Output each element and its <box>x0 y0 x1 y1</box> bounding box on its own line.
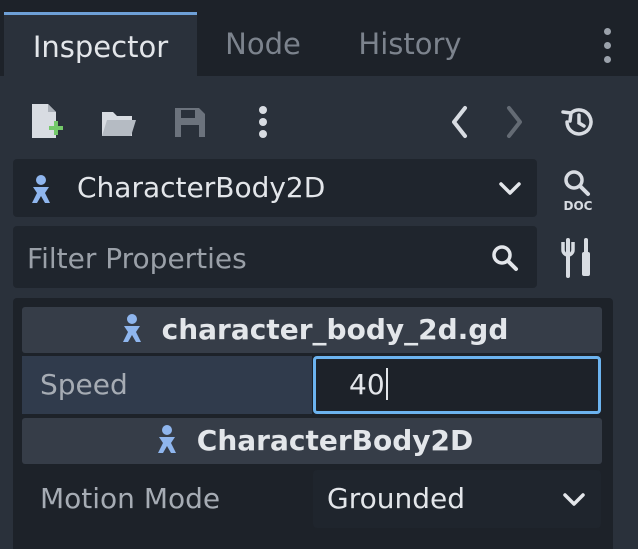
dock-tab-bar: Inspector Node History <box>0 0 638 79</box>
more-options-button[interactable] <box>241 100 285 144</box>
forward-icon <box>507 106 522 138</box>
documentation-icon: DOC <box>564 170 593 213</box>
script-section-title: character_body_2d.gd <box>161 313 509 346</box>
motion-mode-label: Motion Mode <box>40 482 221 515</box>
chevron-down-icon <box>499 182 521 195</box>
tab-node[interactable]: Node <box>197 12 329 76</box>
open-resource-button[interactable] <box>96 100 140 144</box>
history-forward-button[interactable] <box>492 100 536 144</box>
history-back-button[interactable] <box>438 100 482 144</box>
class-section-title: CharacterBody2D <box>196 424 474 457</box>
tab-history[interactable]: History <box>329 12 491 76</box>
filter-properties-input[interactable] <box>13 226 489 290</box>
speed-value-input[interactable]: 40 <box>313 356 601 414</box>
property-tools-button[interactable] <box>558 236 598 280</box>
script-section-header[interactable]: character_body_2d.gd <box>22 307 602 353</box>
speed-label: Speed <box>22 356 312 414</box>
filter-properties-field <box>13 226 537 290</box>
save-resource-button[interactable] <box>168 100 212 144</box>
open-folder-icon <box>102 112 136 136</box>
property-list: character_body_2d.gd Speed 40 CharacterB… <box>13 298 613 549</box>
object-history-button[interactable] <box>557 100 601 144</box>
more-vertical-icon <box>259 106 267 138</box>
search-icon <box>492 245 518 271</box>
node-selector[interactable]: CharacterBody2D <box>13 159 537 217</box>
character-body-2d-icon <box>122 314 141 342</box>
inspector-panel: CharacterBody2D DOC Filter Properties ch… <box>0 76 638 549</box>
motion-mode-select[interactable]: Grounded <box>313 470 601 528</box>
character-body-2d-icon <box>32 175 50 203</box>
property-row-speed: Speed 40 <box>22 356 602 414</box>
tab-inspector[interactable]: Inspector <box>4 12 197 79</box>
save-icon <box>175 108 205 137</box>
property-row-motion-mode: Motion Mode Grounded <box>22 470 602 528</box>
class-section-header[interactable]: CharacterBody2D <box>22 418 602 464</box>
motion-mode-value: Grounded <box>327 482 465 515</box>
speed-value: 40 <box>349 368 385 401</box>
new-resource-button[interactable] <box>24 100 68 144</box>
svg-text:DOC: DOC <box>564 199 593 213</box>
open-documentation-button[interactable]: DOC <box>556 166 600 214</box>
history-icon <box>561 108 593 136</box>
tab-menu-icon[interactable] <box>604 28 612 64</box>
new-resource-icon <box>32 104 63 138</box>
tools-icon <box>561 238 590 278</box>
back-icon <box>452 106 467 138</box>
node-selector-label: CharacterBody2D <box>77 171 326 204</box>
chevron-down-icon <box>563 493 585 506</box>
text-caret <box>385 368 388 400</box>
character-body-2d-icon <box>157 425 176 453</box>
